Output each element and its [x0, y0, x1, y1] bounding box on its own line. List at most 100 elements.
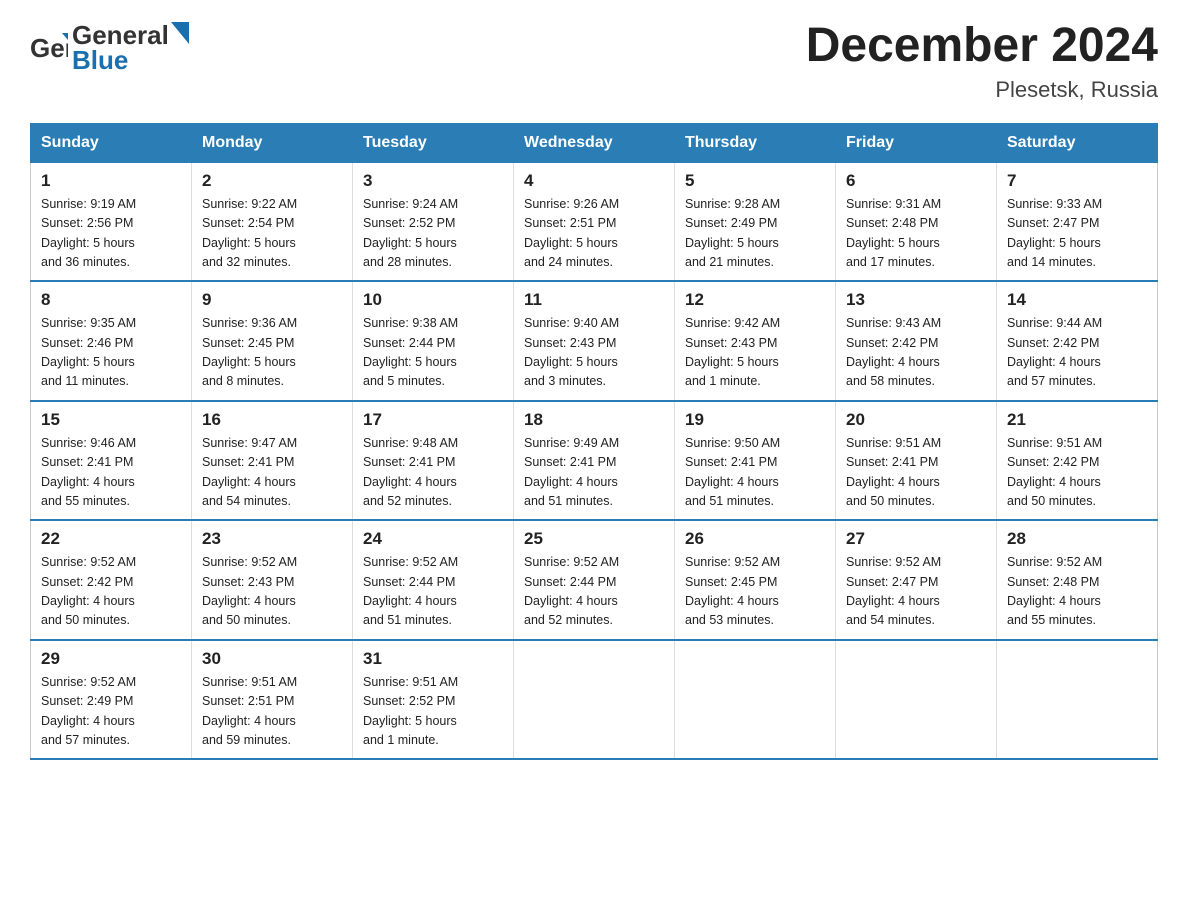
calendar-cell: 9Sunrise: 9:36 AM Sunset: 2:45 PM Daylig… — [192, 281, 353, 401]
calendar-cell: 25 Sunrise: 9:52 AM Sunset: 2:44 PM Dayli… — [514, 520, 675, 640]
calendar-cell: 19 Sunrise: 9:50 AM Sunset: 2:41 PM Dayli… — [675, 401, 836, 521]
day-number: 5 — [685, 171, 825, 191]
week-row-5: 29 Sunrise: 9:52 AM Sunset: 2:49 PM Dayli… — [31, 640, 1158, 760]
day-number: 9 — [202, 290, 342, 310]
day-number: 18 — [524, 410, 664, 430]
header-tuesday: Tuesday — [353, 123, 514, 162]
day-info: Sunrise: 9:43 AM Sunset: 2:42 PM Dayligh… — [846, 314, 986, 392]
logo: General General Blue — [30, 20, 189, 76]
day-number: 21 — [1007, 410, 1147, 430]
day-info: Sunrise: 9:52 AM Sunset: 2:43 PM Dayligh… — [202, 553, 342, 631]
day-info: Sunrise: 9:38 AM Sunset: 2:44 PM Dayligh… — [363, 314, 503, 392]
day-info: Sunrise: 9:52 AM Sunset: 2:47 PM Dayligh… — [846, 553, 986, 631]
day-info: Sunrise: 9:52 AM Sunset: 2:42 PM Dayligh… — [41, 553, 181, 631]
day-number: 11 — [524, 290, 664, 310]
day-info: Sunrise: 9:46 AM Sunset: 2:41 PM Dayligh… — [41, 434, 181, 512]
day-number: 30 — [202, 649, 342, 669]
day-info: Sunrise: 9:47 AM Sunset: 2:41 PM Dayligh… — [202, 434, 342, 512]
day-info: Sunrise: 9:35 AM Sunset: 2:46 PM Dayligh… — [41, 314, 181, 392]
day-number: 17 — [363, 410, 503, 430]
day-info: Sunrise: 9:52 AM Sunset: 2:48 PM Dayligh… — [1007, 553, 1147, 631]
day-number: 10 — [363, 290, 503, 310]
calendar-cell — [997, 640, 1158, 760]
day-number: 14 — [1007, 290, 1147, 310]
calendar-cell — [514, 640, 675, 760]
calendar-cell: 15Sunrise: 9:46 AM Sunset: 2:41 PM Dayli… — [31, 401, 192, 521]
day-number: 8 — [41, 290, 181, 310]
day-number: 6 — [846, 171, 986, 191]
calendar-cell: 22Sunrise: 9:52 AM Sunset: 2:42 PM Dayli… — [31, 520, 192, 640]
calendar-cell: 23Sunrise: 9:52 AM Sunset: 2:43 PM Dayli… — [192, 520, 353, 640]
page-header: General General Blue December 2024 Plese… — [30, 20, 1158, 103]
calendar-cell: 16 Sunrise: 9:47 AM Sunset: 2:41 PM Dayli… — [192, 401, 353, 521]
day-number: 26 — [685, 529, 825, 549]
day-info: Sunrise: 9:33 AM Sunset: 2:47 PM Dayligh… — [1007, 195, 1147, 273]
week-row-4: 22Sunrise: 9:52 AM Sunset: 2:42 PM Dayli… — [31, 520, 1158, 640]
day-number: 31 — [363, 649, 503, 669]
day-info: Sunrise: 9:52 AM Sunset: 2:44 PM Dayligh… — [524, 553, 664, 631]
day-info: Sunrise: 9:40 AM Sunset: 2:43 PM Dayligh… — [524, 314, 664, 392]
calendar-cell: 18Sunrise: 9:49 AM Sunset: 2:41 PM Dayli… — [514, 401, 675, 521]
day-number: 16 — [202, 410, 342, 430]
calendar-cell: 11 Sunrise: 9:40 AM Sunset: 2:43 PM Dayli… — [514, 281, 675, 401]
calendar-cell: 13 Sunrise: 9:43 AM Sunset: 2:42 PM Dayli… — [836, 281, 997, 401]
header-monday: Monday — [192, 123, 353, 162]
calendar-cell: 5 Sunrise: 9:28 AM Sunset: 2:49 PM Daylig… — [675, 162, 836, 281]
calendar-cell: 10 Sunrise: 9:38 AM Sunset: 2:44 PM Dayli… — [353, 281, 514, 401]
calendar-cell: 12 Sunrise: 9:42 AM Sunset: 2:43 PM Dayli… — [675, 281, 836, 401]
day-number: 12 — [685, 290, 825, 310]
calendar-table: SundayMondayTuesdayWednesdayThursdayFrid… — [30, 123, 1158, 761]
calendar-cell — [836, 640, 997, 760]
day-info: Sunrise: 9:51 AM Sunset: 2:52 PM Dayligh… — [363, 673, 503, 751]
calendar-cell: 31 Sunrise: 9:51 AM Sunset: 2:52 PM Dayli… — [353, 640, 514, 760]
calendar-header-row: SundayMondayTuesdayWednesdayThursdayFrid… — [31, 123, 1158, 162]
day-info: Sunrise: 9:42 AM Sunset: 2:43 PM Dayligh… — [685, 314, 825, 392]
day-info: Sunrise: 9:51 AM Sunset: 2:41 PM Dayligh… — [846, 434, 986, 512]
title-block: December 2024 Plesetsk, Russia — [806, 20, 1158, 103]
location: Plesetsk, Russia — [806, 77, 1158, 103]
day-number: 19 — [685, 410, 825, 430]
calendar-cell: 3Sunrise: 9:24 AM Sunset: 2:52 PM Daylig… — [353, 162, 514, 281]
calendar-cell: 1 Sunrise: 9:19 AM Sunset: 2:56 PM Daylig… — [31, 162, 192, 281]
day-number: 2 — [202, 171, 342, 191]
calendar-cell: 26Sunrise: 9:52 AM Sunset: 2:45 PM Dayli… — [675, 520, 836, 640]
header-saturday: Saturday — [997, 123, 1158, 162]
calendar-cell: 14 Sunrise: 9:44 AM Sunset: 2:42 PM Dayli… — [997, 281, 1158, 401]
calendar-cell: 27 Sunrise: 9:52 AM Sunset: 2:47 PM Dayli… — [836, 520, 997, 640]
header-friday: Friday — [836, 123, 997, 162]
day-number: 3 — [363, 171, 503, 191]
week-row-3: 15Sunrise: 9:46 AM Sunset: 2:41 PM Dayli… — [31, 401, 1158, 521]
calendar-cell: 6Sunrise: 9:31 AM Sunset: 2:48 PM Daylig… — [836, 162, 997, 281]
day-number: 29 — [41, 649, 181, 669]
day-number: 28 — [1007, 529, 1147, 549]
day-info: Sunrise: 9:48 AM Sunset: 2:41 PM Dayligh… — [363, 434, 503, 512]
logo-blue-text: Blue — [72, 45, 189, 76]
day-info: Sunrise: 9:19 AM Sunset: 2:56 PM Dayligh… — [41, 195, 181, 273]
month-title: December 2024 — [806, 20, 1158, 73]
day-number: 27 — [846, 529, 986, 549]
calendar-cell: 24 Sunrise: 9:52 AM Sunset: 2:44 PM Dayli… — [353, 520, 514, 640]
day-number: 24 — [363, 529, 503, 549]
calendar-cell: 4 Sunrise: 9:26 AM Sunset: 2:51 PM Daylig… — [514, 162, 675, 281]
day-number: 7 — [1007, 171, 1147, 191]
calendar-cell: 8 Sunrise: 9:35 AM Sunset: 2:46 PM Daylig… — [31, 281, 192, 401]
day-info: Sunrise: 9:44 AM Sunset: 2:42 PM Dayligh… — [1007, 314, 1147, 392]
calendar-cell: 21Sunrise: 9:51 AM Sunset: 2:42 PM Dayli… — [997, 401, 1158, 521]
logo-icon: General — [30, 29, 68, 67]
day-info: Sunrise: 9:26 AM Sunset: 2:51 PM Dayligh… — [524, 195, 664, 273]
day-number: 25 — [524, 529, 664, 549]
day-number: 4 — [524, 171, 664, 191]
day-info: Sunrise: 9:52 AM Sunset: 2:44 PM Dayligh… — [363, 553, 503, 631]
svg-text:General: General — [30, 33, 68, 63]
calendar-cell: 7 Sunrise: 9:33 AM Sunset: 2:47 PM Daylig… — [997, 162, 1158, 281]
header-thursday: Thursday — [675, 123, 836, 162]
day-number: 13 — [846, 290, 986, 310]
day-info: Sunrise: 9:50 AM Sunset: 2:41 PM Dayligh… — [685, 434, 825, 512]
calendar-cell: 28 Sunrise: 9:52 AM Sunset: 2:48 PM Dayli… — [997, 520, 1158, 640]
day-info: Sunrise: 9:52 AM Sunset: 2:49 PM Dayligh… — [41, 673, 181, 751]
week-row-1: 1 Sunrise: 9:19 AM Sunset: 2:56 PM Daylig… — [31, 162, 1158, 281]
day-number: 1 — [41, 171, 181, 191]
calendar-cell: 30Sunrise: 9:51 AM Sunset: 2:51 PM Dayli… — [192, 640, 353, 760]
day-info: Sunrise: 9:28 AM Sunset: 2:49 PM Dayligh… — [685, 195, 825, 273]
logo-triangle — [171, 22, 189, 44]
